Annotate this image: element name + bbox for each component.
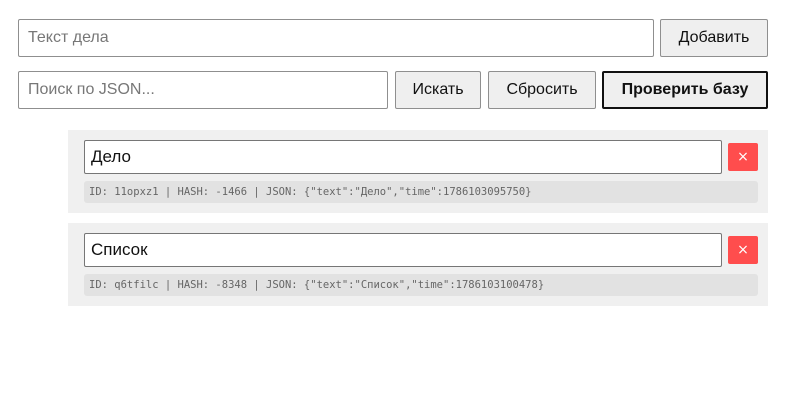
task-item-meta: ID: 11opxz1 | HASH: -1466 | JSON: {"text…	[84, 181, 758, 203]
search-input[interactable]	[18, 71, 388, 109]
close-icon: ×	[737, 242, 749, 258]
close-icon: ×	[737, 149, 749, 165]
task-text-input[interactable]	[18, 19, 654, 57]
search-button[interactable]: Искать	[395, 71, 481, 109]
task-item-meta: ID: q6tfilc | HASH: -8348 | JSON: {"text…	[84, 274, 758, 296]
task-item-row: ×	[84, 233, 758, 267]
task-list: × ID: 11opxz1 | HASH: -1466 | JSON: {"te…	[68, 130, 768, 316]
check-database-button[interactable]: Проверить базу	[602, 71, 768, 109]
reset-button[interactable]: Сбросить	[488, 71, 596, 109]
task-item-text-input[interactable]	[84, 233, 722, 267]
delete-task-button[interactable]: ×	[728, 143, 758, 171]
delete-task-button[interactable]: ×	[728, 236, 758, 264]
task-item-text-input[interactable]	[84, 140, 722, 174]
add-button[interactable]: Добавить	[660, 19, 768, 57]
task-item: × ID: 11opxz1 | HASH: -1466 | JSON: {"te…	[68, 130, 768, 213]
search-form: Искать Сбросить Проверить базу	[18, 71, 768, 109]
add-task-form: Добавить	[18, 19, 768, 57]
task-item: × ID: q6tfilc | HASH: -8348 | JSON: {"te…	[68, 223, 768, 306]
todo-app: Добавить Искать Сбросить Проверить базу …	[0, 0, 800, 411]
task-item-row: ×	[84, 140, 758, 174]
